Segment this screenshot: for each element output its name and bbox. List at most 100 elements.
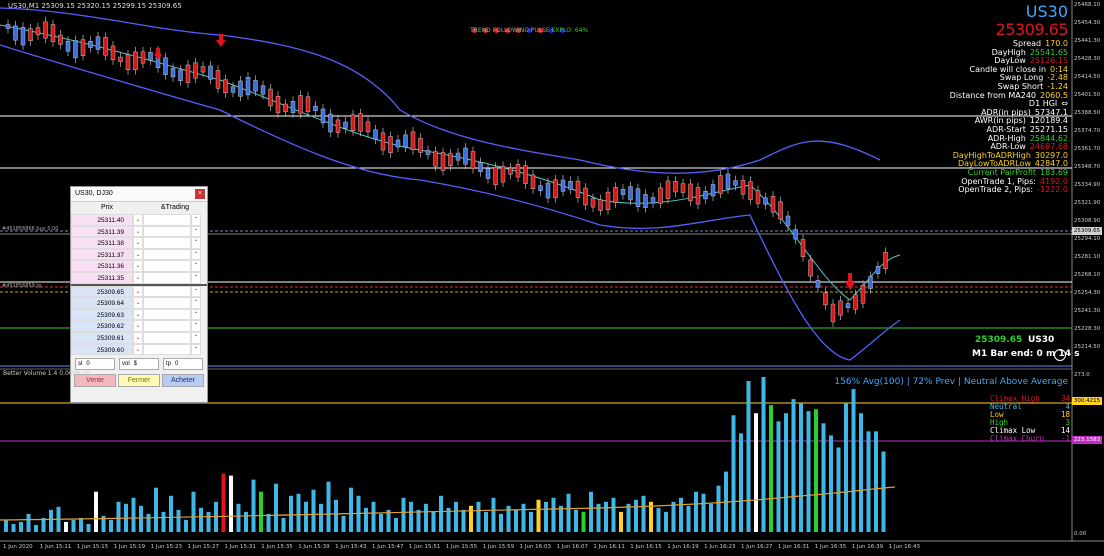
tp-line-label: #451856859 tp <box>2 283 42 289</box>
chevron-down-icon[interactable]: ⌄ <box>133 297 143 309</box>
chevron-up-icon[interactable]: ⌃ <box>191 248 201 261</box>
chevron-down-icon[interactable]: ⌄ <box>133 331 143 344</box>
chevron-down-icon[interactable]: ⌄ <box>133 320 143 332</box>
time-axis: 1 Jun 2020 1 Jun 15:11 1 Jun 15:15 1 Jun 15… <box>0 541 1104 556</box>
volume-bar <box>731 415 736 532</box>
candle-body <box>658 187 663 204</box>
candle-body <box>605 191 611 210</box>
bid-price: 25309.65 <box>71 285 133 298</box>
order-amount-cell[interactable] <box>143 331 191 344</box>
chevron-up-icon[interactable]: ⌃ <box>191 308 201 321</box>
candle-body <box>628 186 633 201</box>
candle-body <box>695 187 701 205</box>
volume-bar <box>49 509 53 532</box>
order-amount-cell[interactable] <box>143 343 191 356</box>
volume-bar <box>851 389 856 532</box>
bid-row[interactable]: 25309.60 ⌄ ⌃ <box>71 343 207 356</box>
candle-body <box>778 201 783 220</box>
candle-body <box>553 179 558 198</box>
chevron-up-icon[interactable]: ⌃ <box>191 331 201 344</box>
candle-body <box>28 28 33 41</box>
candle-body <box>43 21 48 39</box>
volume-input[interactable]: vol $ <box>119 358 159 371</box>
order-amount-cell[interactable] <box>143 248 191 261</box>
candle-body <box>170 68 176 78</box>
chevron-up-icon[interactable]: ⌃ <box>191 237 201 249</box>
candle-body <box>613 187 618 203</box>
time-tick-label: 1 Jun 15:43 <box>335 544 367 550</box>
time-tick-label: 1 Jun 16:35 <box>814 544 847 550</box>
time-tick-label: 1 Jun 16:19 <box>667 544 699 550</box>
candle-body <box>208 65 213 80</box>
bid-row[interactable]: 25309.64 ⌄ ⌃ <box>71 297 207 309</box>
chevron-up-icon[interactable]: ⌃ <box>191 271 201 284</box>
volume-bar <box>761 377 766 532</box>
chevron-down-icon[interactable]: ⌄ <box>133 308 143 321</box>
candle-body <box>440 152 446 171</box>
order-amount-cell[interactable] <box>143 237 191 249</box>
volume-bar <box>716 485 721 532</box>
buy-button[interactable]: Acheter <box>162 374 204 388</box>
ask-row[interactable]: 25311.37 ⌄ ⌃ <box>71 248 207 261</box>
chevron-up-icon[interactable]: ⌃ <box>191 320 201 332</box>
chevron-down-icon[interactable]: ⌄ <box>133 285 143 298</box>
volume-bar <box>634 499 638 532</box>
candle-body <box>508 167 513 175</box>
volume-average-text: 156% Avg(100) | 72% Prev | Neutral Above… <box>834 377 1068 387</box>
volume-bar <box>581 511 586 532</box>
candle-body <box>583 187 588 206</box>
chevron-up-icon[interactable]: ⌃ <box>191 225 201 238</box>
close-icon[interactable]: × <box>195 189 205 199</box>
order-amount-cell[interactable] <box>143 271 191 284</box>
order-amount-cell[interactable] <box>143 260 191 272</box>
order-amount-cell[interactable] <box>143 214 191 226</box>
volume-bar <box>154 487 158 532</box>
order-amount-cell[interactable] <box>143 320 191 332</box>
time-tick-label: 1 Jun 15:59 <box>482 544 515 550</box>
order-amount-cell[interactable] <box>143 225 191 238</box>
time-tick-label: 1 Jun 15:31 <box>224 544 256 550</box>
candle-body <box>395 139 401 148</box>
order-amount-cell[interactable] <box>143 297 191 309</box>
ask-row[interactable]: 25311.35 ⌄ ⌃ <box>71 271 207 284</box>
candle-body <box>560 179 566 192</box>
chevron-down-icon[interactable]: ⌄ <box>133 225 143 238</box>
legend-value: -1 <box>1060 434 1070 443</box>
chevron-down-icon[interactable]: ⌄ <box>133 271 143 284</box>
chevron-up-icon[interactable]: ⌃ <box>191 297 201 309</box>
sl-input[interactable]: sl 0 <box>75 358 115 371</box>
close-position-button[interactable]: Fermer <box>118 374 160 388</box>
volume-bar <box>116 501 121 532</box>
bid-row[interactable]: 25309.61 ⌄ ⌃ <box>71 331 207 344</box>
ask-price: 25311.36 <box>71 260 133 272</box>
bid-row[interactable]: 25309.63 ⌄ ⌃ <box>71 308 207 321</box>
chevron-up-icon[interactable]: ⌃ <box>191 285 201 298</box>
candle-body <box>455 152 461 161</box>
ask-row[interactable]: 25311.40 ⌄ ⌃ <box>71 214 207 226</box>
volume-bar <box>79 517 83 532</box>
chevron-down-icon[interactable]: ⌄ <box>133 343 143 356</box>
tp-input[interactable]: tp 0 <box>163 358 203 371</box>
candle-body <box>530 174 536 189</box>
volume-bar <box>131 497 136 532</box>
time-tick-label: 1 Jun 16:11 <box>593 544 625 550</box>
ask-row[interactable]: 25311.39 ⌄ ⌃ <box>71 225 207 238</box>
volume-bar <box>476 501 481 532</box>
chevron-up-icon[interactable]: ⌃ <box>191 343 201 356</box>
ask-row[interactable]: 25311.38 ⌄ ⌃ <box>71 237 207 249</box>
chevron-up-icon[interactable]: ⌃ <box>191 214 201 226</box>
chevron-down-icon[interactable]: ⌄ <box>133 237 143 249</box>
chevron-down-icon[interactable]: ⌄ <box>133 248 143 261</box>
volume-bar <box>514 509 518 532</box>
volume-bar <box>401 497 406 532</box>
order-amount-cell[interactable] <box>143 285 191 298</box>
chevron-up-icon[interactable]: ⌃ <box>191 260 201 272</box>
bid-row[interactable]: 25309.62 ⌄ ⌃ <box>71 320 207 332</box>
ask-row[interactable]: 25311.36 ⌄ ⌃ <box>71 260 207 272</box>
bid-row[interactable]: 25309.65 ⌄ ⌃ <box>71 285 207 298</box>
order-amount-cell[interactable] <box>143 308 191 321</box>
candle-body <box>193 62 198 79</box>
candle-body <box>268 88 273 107</box>
chevron-down-icon[interactable]: ⌄ <box>133 214 143 226</box>
chevron-down-icon[interactable]: ⌄ <box>133 260 143 272</box>
